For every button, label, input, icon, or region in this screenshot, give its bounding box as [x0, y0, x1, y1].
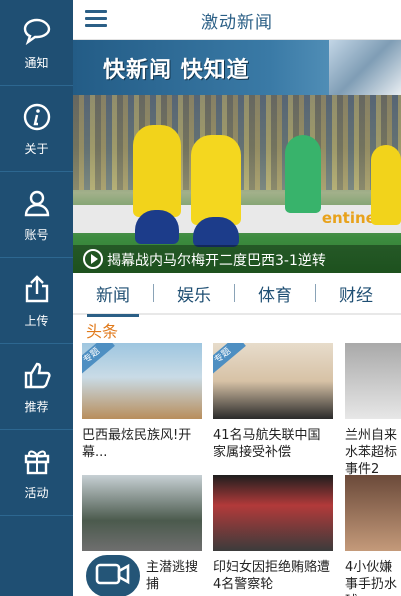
sidebar-item-account[interactable]: 账号: [0, 172, 73, 258]
sidebar: 通知 关于 账号 上传 推荐 活动: [0, 0, 73, 596]
sidebar-item-label: 上传: [24, 314, 49, 328]
hero-news-image[interactable]: entinel 揭幕战内马尔梅开二度巴西3-1逆转: [73, 95, 401, 273]
tab-finance[interactable]: 财经: [316, 281, 396, 306]
sidebar-item-about[interactable]: 关于: [0, 86, 73, 172]
info-icon: [20, 100, 54, 134]
banner-slogan: 快新闻 快知道: [103, 58, 250, 83]
sidebar-item-label: 关于: [24, 142, 49, 156]
thumbs-up-icon: [20, 358, 54, 392]
tab-entertainment[interactable]: 娱乐: [154, 281, 234, 306]
sidebar-item-notifications[interactable]: 通知: [0, 0, 73, 86]
news-card[interactable]: 兰州自来水苯超标事件2: [345, 343, 401, 478]
news-title: 4小伙嫌事手扔水球: [345, 560, 398, 596]
page-title: 激动新闻: [201, 13, 273, 33]
sidebar-item-label: 活动: [24, 486, 49, 500]
news-title: 兰州自来水苯超标事件2: [345, 428, 398, 477]
category-tabs: 新闻 娱乐 体育 财经: [73, 273, 401, 317]
promo-banner[interactable]: 快新闻 快知道: [73, 40, 401, 95]
news-thumbnail: 专题: [213, 343, 333, 419]
news-card[interactable]: 4小伙嫌事手扔水球: [345, 475, 401, 596]
hero-caption-bar: 揭幕战内马尔梅开二度巴西3-1逆转: [73, 245, 401, 273]
news-thumbnail: [345, 343, 401, 419]
gift-icon: [20, 444, 54, 478]
play-icon[interactable]: [83, 249, 103, 269]
player-figure: [285, 135, 321, 213]
sidebar-item-label: 通知: [24, 56, 49, 70]
player-figure: [371, 145, 401, 225]
user-icon: [20, 186, 54, 220]
player-figure: [193, 217, 239, 247]
player-figure: [133, 125, 181, 217]
news-thumbnail: 专题: [82, 343, 202, 419]
player-figure: [135, 210, 179, 244]
player-figure: [191, 135, 241, 225]
chat-bubble-icon: [20, 14, 54, 48]
sidebar-item-label: 账号: [24, 228, 49, 242]
sidebar-item-events[interactable]: 活动: [0, 430, 73, 516]
section-title: 头条: [86, 322, 119, 341]
news-thumbnail: [82, 475, 202, 551]
news-thumbnail: [345, 475, 401, 551]
video-camera-icon: [95, 562, 131, 590]
news-thumbnail: [213, 475, 333, 551]
topic-badge: 专题: [213, 343, 246, 377]
banner-thumbnail: [329, 40, 401, 95]
news-card[interactable]: 专题 巴西最炫民族风!开幕...: [82, 343, 202, 461]
camera-button[interactable]: [83, 552, 143, 596]
tab-news[interactable]: 新闻: [73, 281, 153, 317]
top-bar: 激动新闻: [73, 0, 401, 40]
news-title: 印妇女因拒绝贿赂遭4名警察轮: [213, 560, 331, 592]
topic-badge: 专题: [82, 343, 115, 377]
news-title: 41名马航失联中国家属接受补偿: [213, 428, 321, 460]
tab-sports[interactable]: 体育: [235, 281, 315, 306]
sidebar-item-label: 推荐: [24, 400, 49, 414]
sidebar-item-upload[interactable]: 上传: [0, 258, 73, 344]
news-card[interactable]: 印妇女因拒绝贿赂遭4名警察轮: [213, 475, 333, 593]
sidebar-item-recommend[interactable]: 推荐: [0, 344, 73, 430]
news-card[interactable]: 专题 41名马航失联中国家属接受补偿: [213, 343, 333, 461]
hero-caption: 揭幕战内马尔梅开二度巴西3-1逆转: [107, 253, 326, 269]
upload-icon: [20, 272, 54, 306]
news-title: 巴西最炫民族风!开幕...: [82, 428, 192, 460]
